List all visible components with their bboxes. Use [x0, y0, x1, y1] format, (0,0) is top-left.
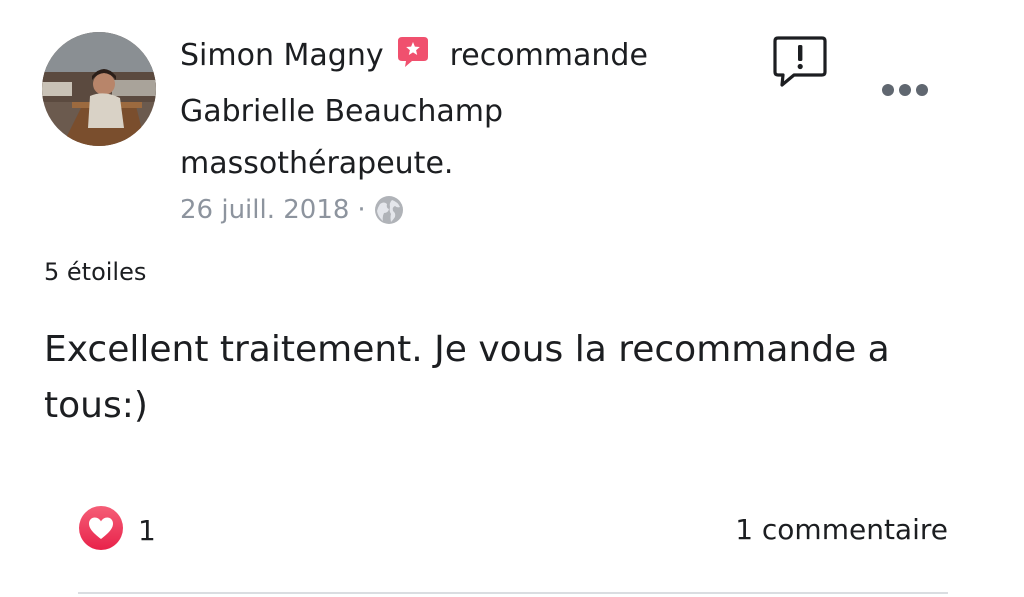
post-date[interactable]: 26 juill. 2018	[180, 195, 349, 225]
post-meta: 26 juill. 2018 ·	[180, 188, 404, 239]
heart-reaction-icon	[78, 505, 124, 555]
recommend-badge-icon	[396, 34, 430, 86]
reaction-count: 1	[138, 513, 156, 547]
more-options-icon[interactable]	[880, 82, 930, 98]
post-header: Simon Magny recommande Gabrielle Beaucha…	[180, 30, 740, 190]
recommended-page-category[interactable]: massothérapeute.	[180, 138, 740, 190]
author-name[interactable]: Simon Magny	[180, 38, 384, 73]
reactions-summary[interactable]: 1	[78, 506, 156, 554]
comments-count-link[interactable]: 1 commentaire	[735, 506, 948, 554]
author-avatar[interactable]	[42, 32, 156, 146]
recommended-page-name[interactable]: Gabrielle Beauchamp	[180, 86, 740, 138]
footer-divider	[78, 592, 948, 594]
report-icon[interactable]	[772, 34, 828, 90]
meta-separator: ·	[357, 195, 366, 225]
globe-icon[interactable]	[374, 195, 404, 239]
avatar-photo	[42, 32, 156, 146]
review-text: Excellent traitement. Je vous la recomma…	[44, 329, 890, 426]
recommend-action: recommande	[449, 38, 648, 73]
rating-label: 5 étoiles	[44, 258, 147, 286]
